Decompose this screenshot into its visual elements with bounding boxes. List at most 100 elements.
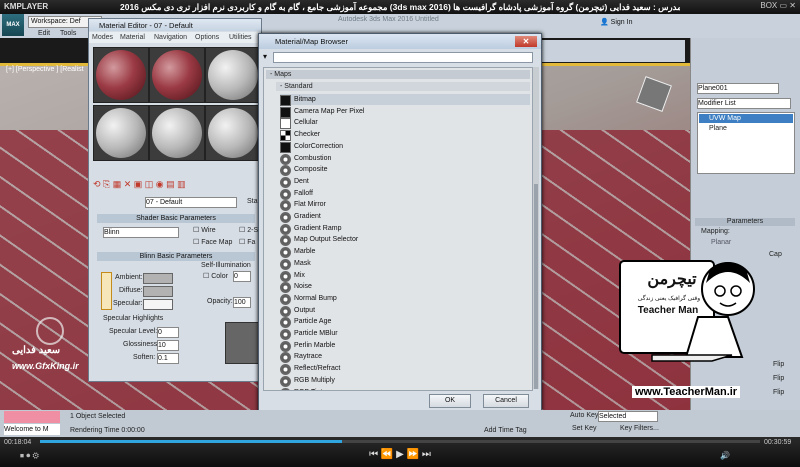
shader-basic-rollout[interactable]: Shader Basic Parameters [97,214,255,223]
key-filters-button[interactable]: Key Filters... [620,425,659,432]
menu-navigation[interactable]: Navigation [154,34,187,41]
material-name-field[interactable]: 07 - Default [145,197,237,208]
map-item[interactable]: Particle Age [280,316,530,329]
search-input[interactable] [273,52,533,63]
ok-button[interactable]: OK [429,394,471,408]
map-item[interactable]: RGB Multiply [280,375,530,387]
faceted-checkbox[interactable]: ☐ Fa [239,238,255,246]
flip-checkbox-1[interactable]: Flip [773,361,784,368]
modifier-list-dropdown[interactable]: Modifier List [697,98,791,109]
specular-highlights-label: Specular Highlights [103,315,164,322]
map-item[interactable]: Combustion [280,153,530,165]
map-item[interactable]: Normal Bump [280,293,530,305]
self-illum-color-checkbox[interactable]: ☐ Color [203,272,228,280]
volume-icon[interactable]: 🔊 [720,451,730,460]
material-slot-3[interactable] [205,47,261,103]
glossiness-field[interactable]: 10 [157,340,179,351]
menu-tools[interactable]: Tools [60,30,76,37]
main-toolbar [540,40,685,62]
map-item[interactable]: ColorCorrection [280,141,530,153]
map-item[interactable]: Bitmap [280,94,530,106]
sign-in-link[interactable]: 👤 Sign In [600,18,632,26]
window-controls[interactable]: BOX ▭ ✕ [760,1,796,10]
map-item[interactable]: Marble [280,246,530,259]
self-illum-value[interactable]: 0 [233,271,251,282]
cancel-button[interactable]: Cancel [483,394,529,408]
map-item[interactable]: Checker [280,129,530,142]
selected-dropdown[interactable]: Selected [598,411,658,422]
map-item[interactable]: Flat Mirror [280,199,530,212]
procedural-map-icon [280,270,291,282]
map-thumbnail-icon [280,95,291,106]
auto-key-button[interactable]: Auto Key [570,412,598,419]
seek-bar-fill [40,440,343,443]
material-slot-4[interactable] [93,105,149,161]
procedural-map-icon [280,352,291,364]
map-item[interactable]: Gradient Ramp [280,223,530,235]
map-item[interactable]: Perlin Marble [280,340,530,352]
material-slot-6[interactable] [205,105,261,161]
map-item[interactable]: Dent [280,176,530,188]
material-slot-2[interactable] [149,47,205,103]
specular-swatch[interactable] [143,299,173,310]
map-item[interactable]: Raytrace [280,351,530,364]
scroll-thumb[interactable] [534,184,538,389]
map-item[interactable]: Map Output Selector [280,234,530,247]
wire-checkbox[interactable]: ☐ Wire [193,226,216,234]
flip-checkbox-2[interactable]: Flip [773,375,784,382]
map-item[interactable]: Falloff [280,188,530,200]
specular-level-field[interactable]: 0 [157,327,179,338]
group-maps[interactable]: - Maps [266,70,530,79]
flip-checkbox-3[interactable]: Flip [773,389,784,396]
map-item[interactable]: Cellular [280,117,530,130]
map-item[interactable]: Mix [280,270,530,282]
search-options-icon[interactable]: ▾ [263,52,267,61]
stack-item-plane[interactable]: Plane [709,125,727,132]
map-item[interactable]: Noise [280,281,530,294]
soften-field[interactable]: 0.1 [157,353,179,364]
browser-titlebar[interactable]: Material/Map Browser ✕ [259,34,541,49]
menu-modes[interactable]: Modes [92,34,113,41]
diffuse-swatch[interactable] [143,286,173,297]
material-sphere-red [152,50,202,100]
map-item[interactable]: RGB Tint [280,387,530,390]
menu-options[interactable]: Options [195,34,219,41]
map-item[interactable]: Mask [280,258,530,270]
viewport-label[interactable]: [+] [Perspective ] [Realist [6,66,84,73]
stack-item-uvw-map[interactable]: UVW Map [699,114,793,123]
close-button[interactable]: ✕ [515,36,537,47]
menu-edit[interactable]: Edit [38,30,50,37]
set-key-button[interactable]: Set Key [572,425,597,432]
material-slot-1[interactable] [93,47,149,103]
shader-type-dropdown[interactable]: Blinn [103,227,179,238]
material-type-button[interactable]: Sta [247,198,258,205]
object-name-field[interactable]: Plane001 [697,83,779,94]
menu-material[interactable]: Material [120,34,145,41]
browser-title: Material/Map Browser [275,37,348,46]
map-item[interactable]: Camera Map Per Pixel [280,106,530,118]
blinn-basic-rollout[interactable]: Blinn Basic Parameters [97,252,255,261]
add-time-tag[interactable]: Add Time Tag [484,427,527,434]
menu-utilities[interactable]: Utilities [229,34,252,41]
two-sided-checkbox[interactable]: ☐ 2-Si [239,226,260,234]
face-map-checkbox[interactable]: ☐ Face Map [193,238,232,246]
map-item[interactable]: Output [280,305,530,317]
lock-ambient-diffuse[interactable] [101,272,112,310]
map-item[interactable]: Composite [280,164,530,177]
material-slot-5[interactable] [149,105,205,161]
map-item[interactable]: Reflect/Refract [280,363,530,376]
max-app-logo[interactable]: MAX [2,14,24,36]
map-item[interactable]: Particle MBlur [280,328,530,340]
map-item[interactable]: Gradient [280,211,530,223]
opacity-value[interactable]: 100 [233,297,251,308]
player-left-icons[interactable]: ⏹ ⏺ ⚙ [20,451,39,461]
cap-checkbox[interactable]: Cap [769,251,782,258]
parameters-rollout[interactable]: Parameters [695,218,795,226]
ambient-swatch[interactable] [143,273,173,284]
group-standard[interactable]: - Standard [276,82,530,91]
toolbar-icons[interactable]: ⟲ ⎘ ▦ ✕ ▣ ◫ ◉ ▤ ▥ [93,179,186,190]
material-editor-titlebar[interactable]: Material Editor - 07 - Default [89,19,261,31]
maxscript-listener[interactable] [4,411,60,423]
playback-controls[interactable]: ⏮ ⏪ ▶ ⏩ ⏭ [340,449,460,461]
welcome-field[interactable]: Welcome to M [4,424,60,435]
